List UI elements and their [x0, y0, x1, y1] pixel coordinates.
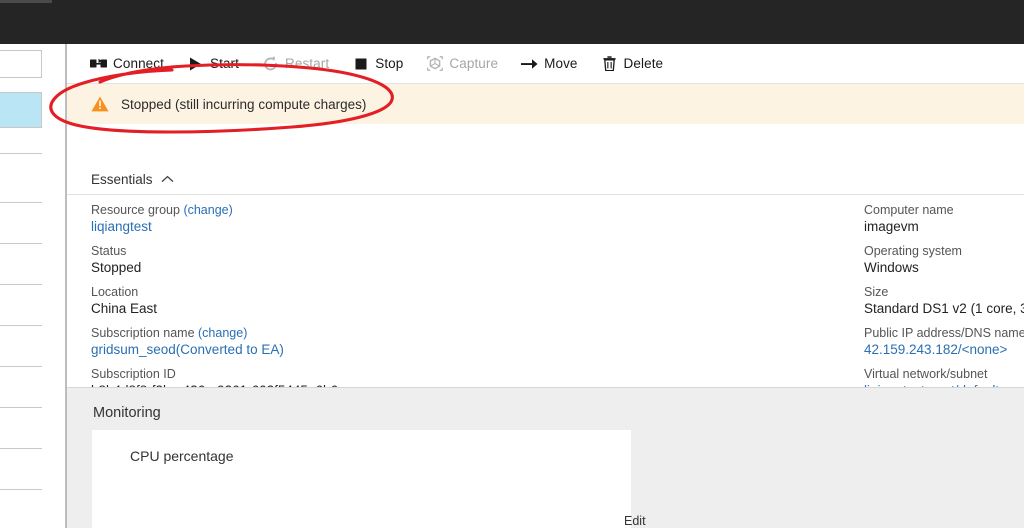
monitoring-title: Monitoring: [93, 405, 161, 421]
stop-icon: [352, 55, 369, 72]
move-label: Move: [544, 56, 578, 71]
computer-name-value: imagevm: [864, 219, 919, 234]
field-label: Public IP address/DNS name la: [864, 326, 1024, 340]
connect-icon: [90, 55, 107, 72]
sidebar-divider: [0, 202, 42, 203]
field-computer-name: Computer name imagevm: [864, 202, 1024, 236]
resource-group-change-link[interactable]: (change): [183, 203, 232, 217]
field-label-text: Subscription name: [91, 326, 195, 340]
field-label: Size: [864, 285, 889, 299]
status-banner-text: Stopped (still incurring compute charges…: [121, 96, 367, 112]
subscription-change-link[interactable]: (change): [198, 326, 247, 340]
stop-button[interactable]: Stop: [352, 49, 403, 79]
sidebar-item-selected[interactable]: [0, 92, 42, 128]
sidebar-divider: [0, 366, 42, 367]
app-root: Connect Start Restart Stop Capture Move …: [0, 0, 1024, 528]
warning-triangle-icon: [91, 95, 109, 113]
sidebar-divider: [0, 489, 42, 490]
subscription-name-value[interactable]: gridsum_seod(Converted to EA): [91, 341, 511, 359]
field-label: Location: [91, 285, 139, 299]
delete-label: Delete: [623, 56, 664, 71]
sidebar-divider: [0, 153, 42, 154]
essentials-title: Essentials: [91, 172, 153, 187]
cpu-percentage-card[interactable]: CPU percentage Edit: [92, 430, 646, 528]
operating-system-value: Windows: [864, 260, 919, 275]
command-bar: Connect Start Restart Stop Capture Move …: [67, 44, 1024, 83]
sidebar-divider: [0, 407, 42, 408]
delete-button[interactable]: Delete: [601, 49, 664, 79]
essentials-left-column: Resource group (change) liqiangtest Stat…: [91, 202, 511, 407]
sidebar-divider: [0, 284, 42, 285]
start-button[interactable]: Start: [187, 49, 239, 79]
field-label: Status: [91, 244, 127, 258]
essentials-separator: [67, 194, 1024, 195]
connect-button[interactable]: Connect: [90, 49, 164, 79]
move-arrow-icon: [521, 55, 538, 72]
top-chrome-bar: [0, 0, 1024, 44]
status-value: Stopped: [91, 260, 142, 275]
sidebar-divider: [0, 243, 42, 244]
field-label-text: Resource group: [91, 203, 180, 217]
field-status: Status Stopped: [91, 243, 511, 277]
sidebar-divider: [0, 448, 42, 449]
monitoring-section: Monitoring CPU percentage Edit: [67, 388, 1024, 528]
play-icon: [187, 55, 204, 72]
field-label: Virtual network/subnet: [864, 367, 988, 381]
essentials-right-column: Computer name imagevm Operating system W…: [864, 202, 1024, 407]
stop-label: Stop: [375, 56, 404, 71]
capture-icon: [426, 55, 443, 72]
field-operating-system: Operating system Windows: [864, 243, 1024, 277]
field-size: Size Standard DS1 v2 (1 core, 3.5: [864, 284, 1024, 318]
capture-label: Capture: [449, 56, 499, 71]
trash-icon: [601, 55, 618, 72]
chevron-up-icon[interactable]: [161, 173, 174, 186]
field-label: Resource group (change): [91, 202, 511, 218]
vm-overview-blade: Connect Start Restart Stop Capture Move …: [67, 44, 1024, 528]
capture-button[interactable]: Capture: [426, 49, 498, 79]
field-location: Location China East: [91, 284, 511, 318]
cpu-percentage-edit-link[interactable]: Edit: [624, 514, 646, 528]
restart-label: Restart: [285, 56, 330, 71]
sidebar-divider: [0, 325, 42, 326]
field-label: Subscription ID: [91, 367, 176, 381]
field-subscription-name: Subscription name (change) gridsum_seod(…: [91, 325, 511, 359]
field-label: Computer name: [864, 203, 954, 217]
resource-group-value[interactable]: liqiangtest: [91, 218, 511, 236]
essentials-header[interactable]: Essentials: [91, 172, 174, 187]
restart-button[interactable]: Restart: [262, 49, 329, 79]
public-ip-value[interactable]: 42.159.243.182/<none>: [864, 341, 1024, 359]
connect-label: Connect: [113, 56, 164, 71]
size-value: Standard DS1 v2 (1 core, 3.5: [864, 301, 1024, 316]
left-blade-list[interactable]: [0, 44, 65, 528]
field-public-ip: Public IP address/DNS name la 42.159.243…: [864, 325, 1024, 359]
start-label: Start: [209, 56, 239, 71]
field-label: Subscription name (change): [91, 325, 511, 341]
field-label: Operating system: [864, 244, 962, 258]
restart-icon: [262, 55, 279, 72]
cpu-percentage-card-title: CPU percentage: [130, 448, 234, 464]
move-button[interactable]: Move: [521, 49, 577, 79]
status-banner[interactable]: Stopped (still incurring compute charges…: [67, 84, 1024, 124]
sidebar-box-item[interactable]: [0, 50, 42, 78]
field-resource-group: Resource group (change) liqiangtest: [91, 202, 511, 236]
location-value: China East: [91, 301, 158, 316]
topbar-accent-strip: [0, 0, 52, 3]
